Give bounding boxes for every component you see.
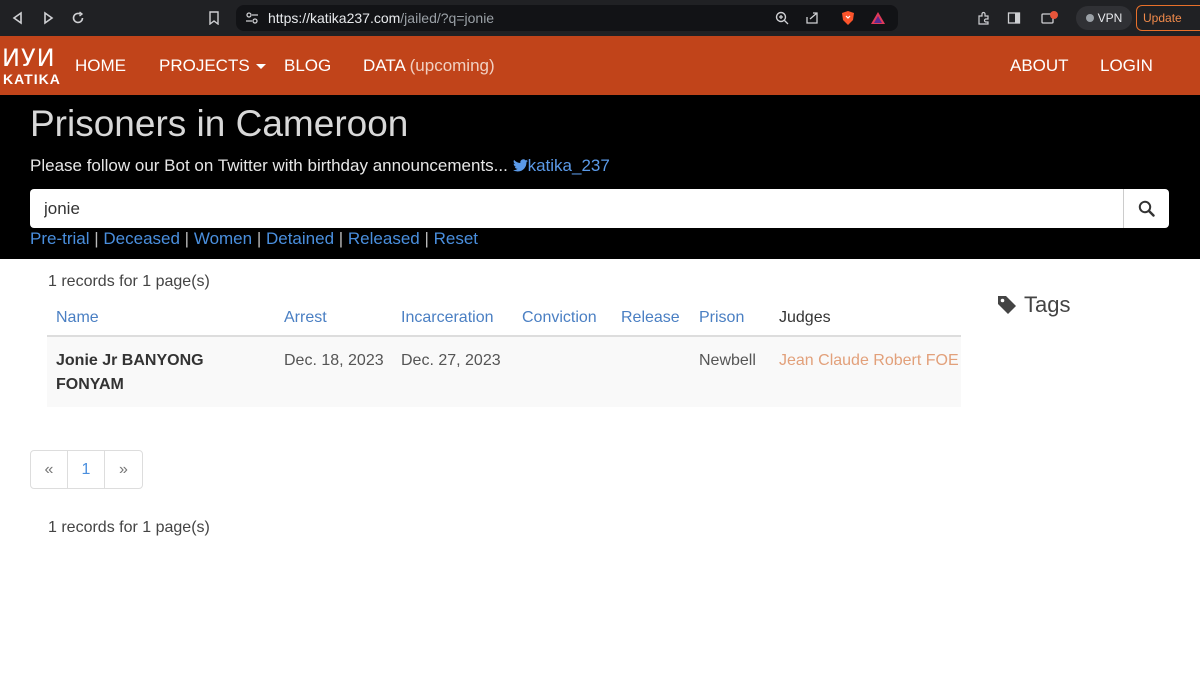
nav-about[interactable]: ABOUT (1010, 56, 1069, 76)
vpn-label: VPN (1097, 11, 1123, 25)
cell-release (612, 336, 690, 407)
wallet-icon[interactable] (1040, 8, 1060, 28)
reload-icon[interactable] (68, 8, 88, 28)
filter-detained[interactable]: Detained (266, 229, 334, 248)
nav-data-label: DATA (363, 56, 405, 75)
filter-released[interactable]: Released (348, 229, 420, 248)
zoom-icon[interactable] (774, 10, 790, 26)
twitter-follow-text: Please follow our Bot on Twitter with bi… (30, 156, 610, 176)
bookmark-icon[interactable] (204, 8, 224, 28)
search-bar (30, 189, 1169, 228)
pagination: « 1 » (30, 450, 143, 489)
nav-data-suffix: (upcoming) (409, 56, 495, 75)
nav-projects[interactable]: PROJECTS (159, 56, 266, 76)
back-icon[interactable] (8, 8, 28, 28)
nav-blog[interactable]: BLOG (284, 56, 331, 76)
header-incarceration[interactable]: Incarceration (392, 300, 513, 337)
tag-icon (998, 296, 1016, 314)
header-prison[interactable]: Prison (690, 300, 770, 337)
forward-icon[interactable] (38, 8, 58, 28)
twitter-handle: katika_237 (527, 156, 610, 175)
records-summary-bottom: 1 records for 1 page(s) (48, 519, 210, 536)
brave-rewards-icon[interactable] (870, 10, 886, 26)
nav-login[interactable]: LOGIN (1100, 56, 1153, 76)
filter-deceased[interactable]: Deceased (103, 229, 180, 248)
tags-label: Tags (1024, 292, 1071, 317)
search-input[interactable] (30, 189, 1123, 228)
address-url: https://katika237.com/jailed/?q=jonie (268, 10, 495, 26)
table-row: Jonie Jr BANYONG FONYAM Dec. 18, 2023 De… (47, 336, 961, 407)
filter-links: Pre-trial | Deceased | Women | Detained … (30, 229, 479, 248)
update-label: Update (1143, 11, 1182, 25)
search-icon (1138, 200, 1155, 217)
twitter-link[interactable]: katika_237 (512, 156, 610, 175)
cell-name: Jonie Jr BANYONG FONYAM (47, 336, 275, 407)
records-summary-top: 1 records for 1 page(s) (48, 273, 210, 290)
update-button[interactable]: Update (1136, 5, 1200, 31)
cell-conviction (513, 336, 612, 407)
nav-data[interactable]: DATA (upcoming) (363, 56, 495, 76)
pagination-prev[interactable]: « (31, 451, 68, 488)
extensions-icon[interactable] (974, 8, 994, 28)
page-title: Prisoners in Cameroon (30, 103, 409, 144)
twitter-icon (512, 159, 528, 172)
address-bar[interactable]: https://katika237.com/jailed/?q=jonie (236, 5, 898, 31)
logo-glyph: ИУИ (2, 44, 56, 72)
header-judges: Judges (770, 300, 961, 337)
vpn-button[interactable]: VPN (1076, 6, 1132, 30)
share-icon[interactable] (804, 10, 820, 26)
tags-heading: Tags (996, 292, 1070, 318)
results-table: Name Arrest Incarceration Conviction Rel… (47, 300, 961, 407)
filter-reset[interactable]: Reset (434, 229, 478, 248)
site-navbar: ИУИ KATIKA HOME PROJECTS BLOG DATA (upco… (0, 36, 1200, 95)
cell-prison: Newbell (690, 336, 770, 407)
header-conviction[interactable]: Conviction (513, 300, 612, 337)
nav-projects-label: PROJECTS (159, 56, 250, 75)
caret-down-icon (255, 64, 266, 70)
hero-section: Prisoners in Cameroon Please follow our … (0, 95, 1200, 259)
follow-text: Please follow our Bot on Twitter with bi… (30, 156, 508, 175)
sidebar-icon[interactable] (1004, 8, 1024, 28)
cell-judge-link[interactable]: Jean Claude Robert FOE (770, 336, 961, 407)
cell-arrest: Dec. 18, 2023 (275, 336, 392, 407)
pagination-page-1[interactable]: 1 (68, 451, 105, 488)
header-name[interactable]: Name (47, 300, 275, 337)
header-arrest[interactable]: Arrest (275, 300, 392, 337)
pagination-next[interactable]: » (105, 451, 142, 488)
filter-women[interactable]: Women (194, 229, 252, 248)
table-header-row: Name Arrest Incarceration Conviction Rel… (47, 300, 961, 337)
site-info-icon[interactable] (244, 10, 260, 26)
vpn-status-icon (1085, 14, 1094, 22)
cell-incarceration: Dec. 27, 2023 (392, 336, 513, 407)
header-release[interactable]: Release (612, 300, 690, 337)
logo-word: KATIKA (3, 71, 61, 87)
brave-shield-icon[interactable] (840, 10, 856, 26)
filter-pre-trial[interactable]: Pre-trial (30, 229, 90, 248)
nav-home[interactable]: HOME (75, 56, 126, 76)
browser-toolbar: https://katika237.com/jailed/?q=jonie VP… (0, 0, 1200, 36)
search-button[interactable] (1123, 189, 1169, 228)
katika-logo[interactable]: ИУИ KATIKA (0, 42, 60, 90)
